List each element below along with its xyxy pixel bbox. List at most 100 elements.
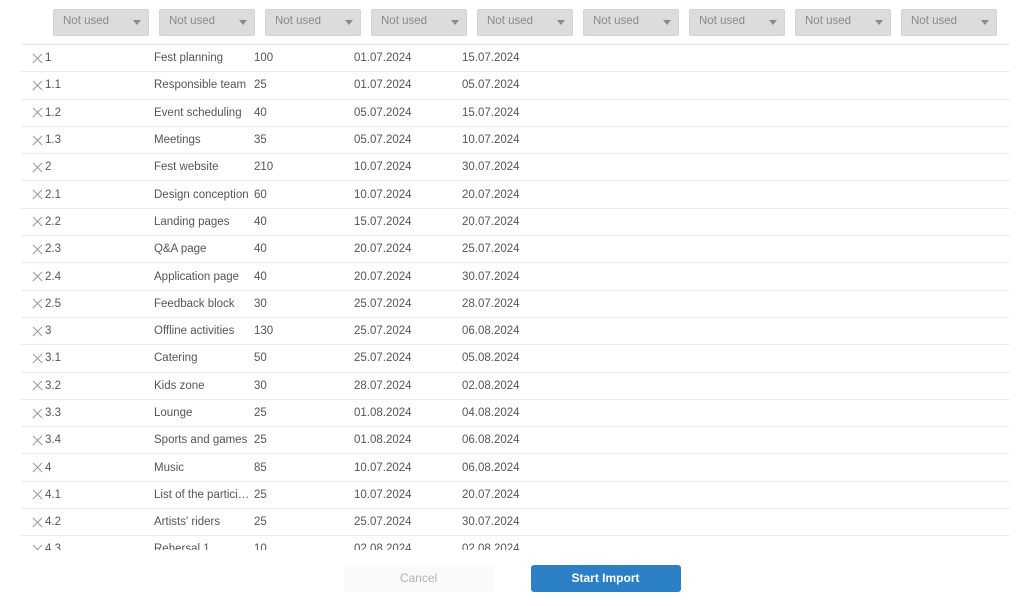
task-id: 4.3 (45, 535, 154, 550)
remove-row-cell[interactable] (21, 99, 45, 127)
close-icon[interactable] (31, 379, 44, 392)
remove-row-cell[interactable] (21, 235, 45, 264)
start-import-button[interactable]: Start Import (530, 564, 681, 592)
task-number: 40 (254, 99, 354, 127)
task-name: Meetings (154, 126, 254, 155)
remove-row-cell[interactable] (21, 126, 45, 155)
column-mapping-select-4[interactable]: Not used (371, 8, 467, 36)
close-icon[interactable] (31, 188, 44, 201)
table-row: 2 Fest website 210 10.07.2024 30.07.2024 (21, 153, 1010, 182)
empty-cell (572, 290, 1010, 318)
task-number: 40 (254, 235, 354, 264)
close-icon[interactable] (31, 79, 44, 92)
remove-row-cell[interactable] (21, 481, 45, 510)
task-name: Landing pages (154, 208, 254, 237)
close-icon[interactable] (31, 243, 44, 256)
task-start-date: 28.07.2024 (354, 372, 462, 400)
column-mapping-select-6[interactable]: Not used (583, 8, 679, 36)
task-number: 210 (254, 153, 354, 182)
task-name: Rehersal 1 (154, 535, 254, 550)
task-end-date: 28.07.2024 (462, 290, 572, 318)
close-icon[interactable] (31, 461, 44, 474)
column-mapping-select-2[interactable]: Not used (159, 8, 255, 36)
task-start-date: 01.08.2024 (354, 426, 462, 455)
close-icon[interactable] (31, 516, 44, 529)
close-icon[interactable] (31, 52, 44, 65)
task-start-date: 25.07.2024 (354, 508, 462, 537)
remove-row-cell[interactable] (21, 262, 45, 291)
task-number: 50 (254, 344, 354, 373)
remove-row-cell[interactable] (21, 453, 45, 482)
remove-row-cell[interactable] (21, 44, 45, 73)
close-icon[interactable] (31, 134, 44, 147)
task-id: 3 (45, 317, 154, 346)
task-start-date: 05.07.2024 (354, 126, 462, 155)
task-start-date: 25.07.2024 (354, 290, 462, 318)
remove-row-cell[interactable] (21, 535, 45, 550)
column-mapping-select-9[interactable]: Not used (901, 8, 997, 36)
column-mapping-select-7[interactable]: Not used (689, 8, 785, 36)
task-start-date: 01.07.2024 (354, 71, 462, 100)
task-start-date: 20.07.2024 (354, 262, 462, 291)
remove-row-cell[interactable] (21, 399, 45, 428)
remove-row-cell[interactable] (21, 317, 45, 346)
task-number: 100 (254, 44, 354, 73)
close-icon[interactable] (31, 407, 44, 420)
column-mapping-select-1[interactable]: Not used (53, 8, 149, 36)
close-icon[interactable] (31, 215, 44, 228)
task-id: 1 (45, 44, 154, 73)
column-mapping-select-3[interactable]: Not used (265, 8, 361, 36)
remove-row-cell[interactable] (21, 344, 45, 373)
cancel-button[interactable]: Cancel (343, 564, 494, 592)
empty-cell (572, 399, 1010, 428)
close-icon[interactable] (31, 352, 44, 365)
close-icon[interactable] (31, 543, 44, 550)
remove-row-cell[interactable] (21, 153, 45, 182)
import-table: 1 Fest planning 100 01.07.2024 15.07.2024 1.1… (21, 44, 1010, 550)
task-number: 25 (254, 399, 354, 428)
close-icon[interactable] (31, 325, 44, 338)
task-end-date: 02.08.2024 (462, 535, 572, 550)
close-icon[interactable] (31, 270, 44, 283)
remove-row-cell[interactable] (21, 426, 45, 455)
remove-row-cell[interactable] (21, 71, 45, 100)
empty-cell (572, 481, 1010, 510)
import-table-container: 1 Fest planning 100 01.07.2024 15.07.2024 1.1… (0, 44, 1024, 550)
remove-row-cell[interactable] (21, 290, 45, 318)
column-mapping-select-8[interactable]: Not used (795, 8, 891, 36)
task-end-date: 20.07.2024 (462, 180, 572, 209)
chevron-down-icon (451, 19, 459, 25)
remove-row-cell[interactable] (21, 180, 45, 209)
task-start-date: 20.07.2024 (354, 235, 462, 264)
task-start-date: 10.07.2024 (354, 481, 462, 510)
task-number: 25 (254, 426, 354, 455)
task-start-date: 10.07.2024 (354, 453, 462, 482)
task-end-date: 04.08.2024 (462, 399, 572, 428)
task-name: List of the particip… (154, 481, 254, 510)
task-start-date: 10.07.2024 (354, 153, 462, 182)
remove-row-cell[interactable] (21, 508, 45, 537)
column-mapping-select-5[interactable]: Not used (477, 8, 573, 36)
task-end-date: 06.08.2024 (462, 317, 572, 346)
remove-row-cell[interactable] (21, 372, 45, 400)
task-end-date: 25.07.2024 (462, 235, 572, 264)
task-number: 130 (254, 317, 354, 346)
task-name: Design conception (154, 180, 254, 209)
close-icon[interactable] (31, 161, 44, 174)
empty-cell (572, 153, 1010, 182)
task-name: Event scheduling (154, 99, 254, 127)
task-number: 40 (254, 262, 354, 291)
task-number: 25 (254, 481, 354, 510)
task-number: 25 (254, 71, 354, 100)
close-icon[interactable] (31, 297, 44, 310)
remove-row-cell[interactable] (21, 208, 45, 237)
task-name: Music (154, 453, 254, 482)
close-icon[interactable] (31, 488, 44, 501)
task-id: 2.2 (45, 208, 154, 237)
close-icon[interactable] (31, 106, 44, 119)
task-id: 4 (45, 453, 154, 482)
table-row: 2.3 Q&A page 40 20.07.2024 25.07.2024 (21, 235, 1010, 264)
close-icon[interactable] (31, 434, 44, 447)
column-mapping-select-value: Not used (169, 16, 216, 28)
task-end-date: 20.07.2024 (462, 481, 572, 510)
